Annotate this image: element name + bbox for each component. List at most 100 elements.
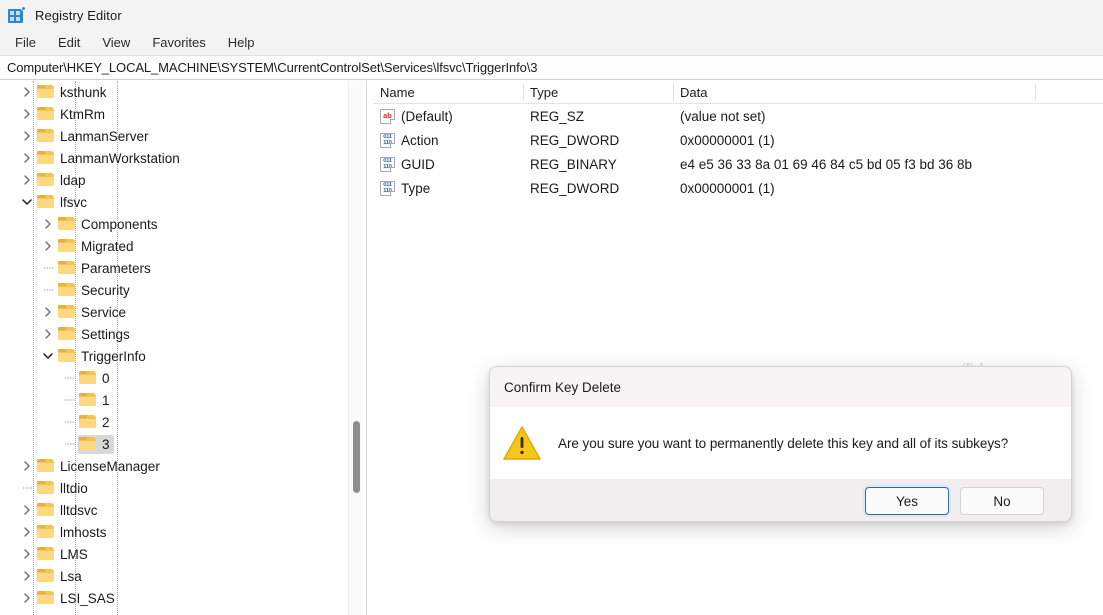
window-title: Registry Editor [35,7,122,23]
tree-item-label: LSI_SAS [60,590,115,606]
folder-icon [37,151,54,165]
menu-favorites[interactable]: Favorites [141,32,216,53]
value-type: REG_DWORD [530,132,620,148]
tree-item-lsa[interactable]: Lsa [0,565,350,587]
folder-icon [37,107,54,121]
dialog-message: Are you sure you want to permanently del… [558,435,1009,451]
tree-item-settings[interactable]: Settings [0,323,350,345]
folder-icon [79,415,96,429]
tree-leaf-connector [39,257,57,279]
tree-item-lltdsvc[interactable]: lltdsvc [0,499,350,521]
tree-item-content: lmhosts [36,523,111,542]
tree-item-3[interactable]: 3 [0,433,350,455]
chevron-right-icon[interactable] [18,103,36,125]
dialog-no-button[interactable]: No [960,487,1044,515]
column-header-type[interactable]: Type [523,81,673,104]
warning-triangle-icon [502,424,542,462]
menu-edit[interactable]: Edit [47,32,91,53]
tree-leaf-connector [60,389,78,411]
tree-item-parameters[interactable]: Parameters [0,257,350,279]
column-header-data[interactable]: Data [673,81,1035,104]
chevron-right-icon[interactable] [18,125,36,147]
chevron-right-icon[interactable] [18,455,36,477]
tree-item-lsi-sas[interactable]: LSI_SAS [0,587,350,609]
tree-item-licensemanager[interactable]: LicenseManager [0,455,350,477]
value-row[interactable]: 011 110 GUID REG_BINARY e4 e5 36 33 8a 01 69… [373,152,1103,176]
tree-item-migrated[interactable]: Migrated [0,235,350,257]
chevron-right-icon[interactable] [18,81,36,103]
tree-item-label: KtmRm [60,106,105,122]
tree-item-label: Service [81,304,127,320]
chevron-right-icon[interactable] [18,543,36,565]
tree-item-content: 1 [78,391,114,410]
menu-file[interactable]: File [4,32,47,53]
chevron-right-icon[interactable] [18,587,36,609]
tree-item-lms[interactable]: LMS [0,543,350,565]
tree-item-triggerinfo[interactable]: TriggerInfo [0,345,350,367]
address-bar[interactable]: Computer\HKEY_LOCAL_MACHINE\SYSTEM\Curre… [0,55,1103,80]
tree-item-content: lltdsvc [36,501,102,520]
tree-item-content: LSI_SAS [36,589,119,608]
chevron-right-icon[interactable] [18,521,36,543]
tree-item-ldap[interactable]: ldap [0,169,350,191]
chevron-right-icon[interactable] [39,235,57,257]
main-content: ksthunk KtmRm LanmanServer LanmanWorkstatio… [0,81,1103,615]
tree-leaf-connector [39,279,57,301]
tree-item-0[interactable]: 0 [0,367,350,389]
chevron-right-icon[interactable] [39,301,57,323]
menu-help[interactable]: Help [217,32,266,53]
tree-item-security[interactable]: Security [0,279,350,301]
chevron-down-icon[interactable] [18,191,36,213]
chevron-right-icon[interactable] [18,499,36,521]
tree-item-content: 2 [78,413,114,432]
tree-scrollbar[interactable] [348,81,363,615]
tree-item-lfsvc[interactable]: lfsvc [0,191,350,213]
tree-item-lanmanworkstation[interactable]: LanmanWorkstation [0,147,350,169]
folder-icon [58,217,75,231]
value-name: GUID [401,156,435,172]
menu-view[interactable]: View [91,32,141,53]
value-row[interactable]: 011 110 Type REG_DWORD 0x00000001 (1) [373,176,1103,200]
folder-icon [37,173,54,187]
tree-scrollbar-thumb[interactable] [353,421,360,493]
tree-leaf-connector [60,433,78,455]
string-value-icon: ab [380,108,395,124]
chevron-right-icon[interactable] [18,565,36,587]
value-name-cell: 011 110 Action [373,132,523,148]
chevron-right-icon[interactable] [39,213,57,235]
tree-item-ktmrm[interactable]: KtmRm [0,103,350,125]
tree-item-lanmanserver[interactable]: LanmanServer [0,125,350,147]
column-header-name[interactable]: Name [373,81,523,104]
tree-item-label: 1 [102,392,110,408]
tree-item-label: lltdsvc [60,502,98,518]
tree-item-label: LMS [60,546,88,562]
value-data: 0x00000001 (1) [680,132,775,148]
chevron-down-icon[interactable] [39,345,57,367]
dialog-yes-button[interactable]: Yes [865,487,949,515]
binary-value-icon: 011 110 [380,180,395,196]
value-row[interactable]: ab (Default) REG_SZ (value not set) [373,104,1103,128]
confirm-key-delete-dialog: Confirm Key Delete Are you sure you want… [489,366,1072,522]
dialog-title: Confirm Key Delete [490,367,1071,407]
value-row[interactable]: 011 110 Action REG_DWORD 0x00000001 (1) [373,128,1103,152]
tree-item-lmhosts[interactable]: lmhosts [0,521,350,543]
chevron-right-icon[interactable] [18,169,36,191]
tree-item-service[interactable]: Service [0,301,350,323]
chevron-right-icon[interactable] [39,323,57,345]
values-list-header: Name Type Data [373,81,1103,104]
tree-item-content: Migrated [57,237,138,256]
tree-item-label: Lsa [60,568,82,584]
tree-item-components[interactable]: Components [0,213,350,235]
tree-item-1[interactable]: 1 [0,389,350,411]
tree-item-2[interactable]: 2 [0,411,350,433]
chevron-right-icon[interactable] [18,147,36,169]
tree-item-lltdio[interactable]: lltdio [0,477,350,499]
registry-editor-window: Registry Editor File Edit View Favorites… [0,0,1103,615]
pane-splitter[interactable] [366,81,373,615]
column-divider[interactable] [1035,84,1036,101]
dialog-footer: Yes No [490,479,1071,521]
value-name: (Default) [401,108,453,124]
tree-item-ksthunk[interactable]: ksthunk [0,81,350,103]
tree-item-label: Parameters [81,260,151,276]
folder-icon [37,503,54,517]
